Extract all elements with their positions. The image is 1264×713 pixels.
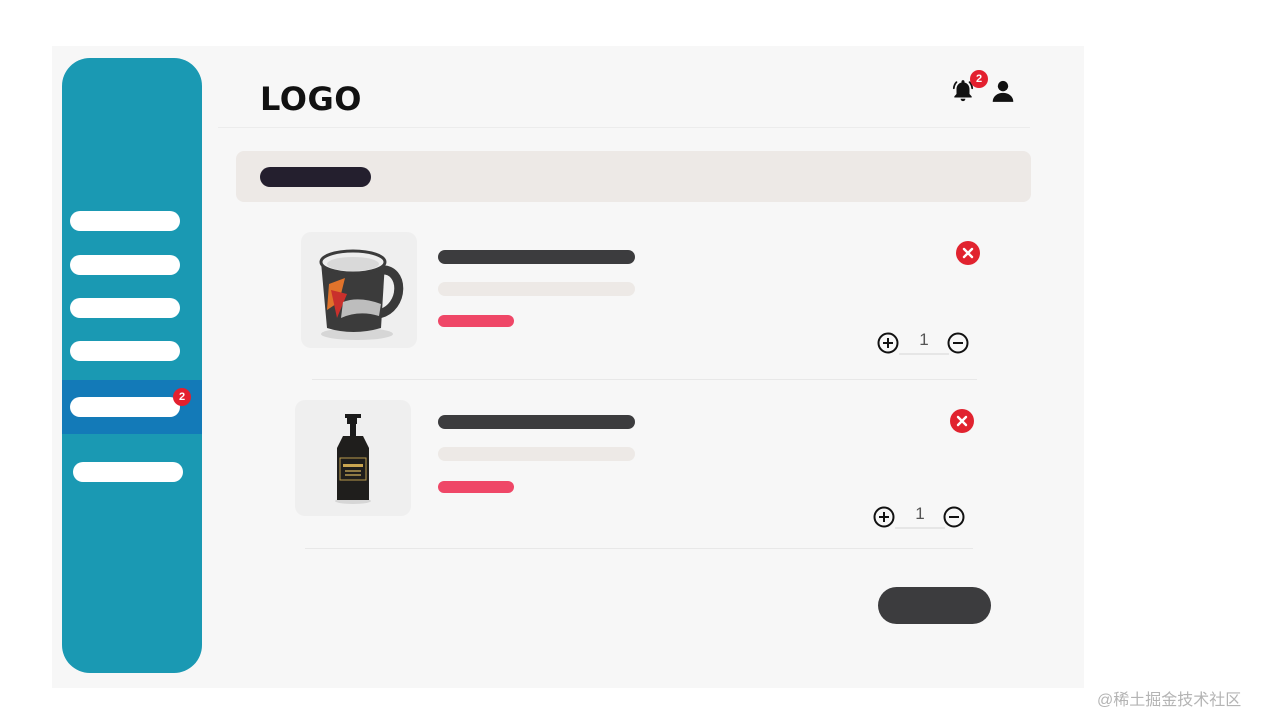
sidebar-item-label-placeholder: [70, 298, 180, 318]
item-divider: [312, 379, 977, 380]
sidebar-item-label-placeholder: [70, 397, 180, 417]
close-icon: [962, 247, 974, 259]
sidebar-item-label-placeholder: [70, 255, 180, 275]
product-description-placeholder: [438, 447, 635, 461]
sidebar-item-label-placeholder: [70, 211, 180, 231]
quantity-stepper[interactable]: 1: [873, 502, 973, 532]
quantity-underline: [899, 353, 949, 355]
quantity-underline: [895, 527, 945, 529]
quantity-value[interactable]: 1: [903, 502, 937, 526]
minus-icon[interactable]: [943, 506, 965, 528]
sidebar-item-2[interactable]: [62, 245, 202, 285]
product-image-mug[interactable]: [301, 232, 417, 348]
cart-title-placeholder: [260, 167, 371, 187]
quantity-value[interactable]: 1: [907, 328, 941, 352]
sidebar: 2: [62, 58, 202, 673]
sidebar-item-badge: 2: [173, 388, 191, 406]
watermark: @稀土掘金技术社区: [1097, 692, 1242, 709]
product-price-placeholder: [438, 481, 514, 493]
product-description-placeholder: [438, 282, 635, 296]
item-divider: [305, 548, 973, 549]
cart-title-bar: [236, 151, 1031, 202]
checkout-button[interactable]: [878, 587, 991, 624]
remove-item-button[interactable]: [950, 409, 974, 433]
product-image-pump-bottle[interactable]: [295, 400, 411, 516]
sidebar-item-label-placeholder: [73, 462, 183, 482]
sidebar-item-4[interactable]: [62, 331, 202, 371]
sidebar-item-1[interactable]: [62, 201, 202, 241]
remove-item-button[interactable]: [956, 241, 980, 265]
product-price-placeholder: [438, 315, 514, 327]
sidebar-item-label-placeholder: [70, 341, 180, 361]
sidebar-item-5-active[interactable]: 2: [62, 380, 202, 434]
user-icon[interactable]: [990, 78, 1016, 104]
plus-icon[interactable]: [873, 506, 895, 528]
header-divider: [218, 127, 1030, 128]
plus-icon[interactable]: [877, 332, 899, 354]
minus-icon[interactable]: [947, 332, 969, 354]
quantity-stepper[interactable]: 1: [877, 328, 977, 358]
logo[interactable]: LOGO: [260, 80, 362, 118]
sidebar-item-6[interactable]: [62, 452, 202, 492]
sidebar-item-3[interactable]: [62, 288, 202, 328]
product-name-placeholder: [438, 250, 635, 264]
product-name-placeholder: [438, 415, 635, 429]
close-icon: [956, 415, 968, 427]
notification-badge: 2: [970, 70, 988, 88]
